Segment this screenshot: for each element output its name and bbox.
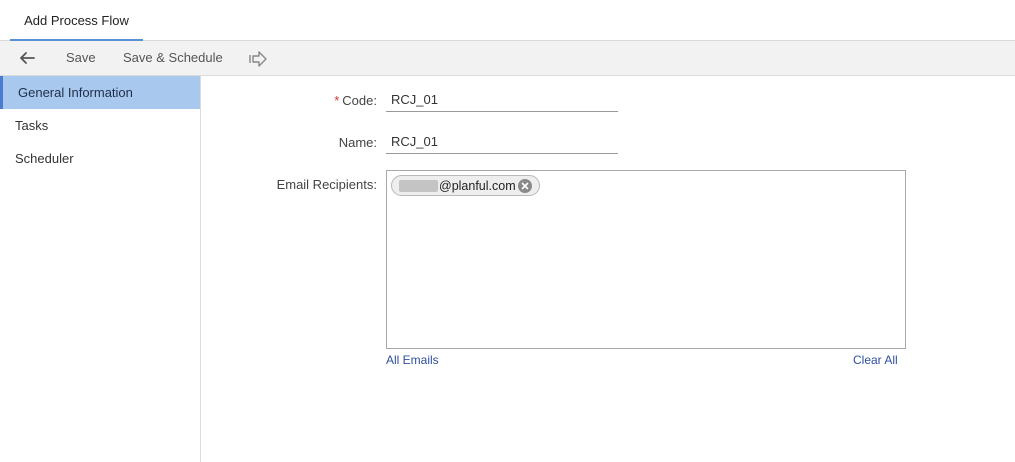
sidebar-item-scheduler[interactable]: Scheduler [0, 142, 200, 175]
save-button[interactable]: Save [66, 41, 96, 75]
name-label: Name: [338, 135, 377, 150]
add-process-flow-page: Add Process Flow Save Save & Schedule Ge… [0, 0, 1015, 462]
tab-bar: Add Process Flow [0, 0, 1015, 41]
forward-button[interactable] [248, 41, 268, 75]
back-button[interactable] [18, 41, 38, 75]
sidebar: General Information Tasks Scheduler [0, 76, 201, 462]
save-and-schedule-button[interactable]: Save & Schedule [123, 41, 223, 75]
name-input[interactable] [386, 130, 618, 154]
remove-chip-icon[interactable] [518, 179, 532, 193]
clear-all-link[interactable]: Clear All [853, 353, 898, 367]
sidebar-item-tasks[interactable]: Tasks [0, 109, 200, 142]
all-emails-link[interactable]: All Emails [386, 353, 439, 367]
toolbar: Save Save & Schedule [0, 41, 1015, 76]
arrow-right-outline-icon [249, 51, 267, 67]
tab-add-process-flow[interactable]: Add Process Flow [10, 0, 143, 41]
required-marker: * [334, 93, 340, 108]
email-chip-text: @planful.com [439, 179, 516, 193]
code-input[interactable] [386, 88, 618, 112]
arrow-left-icon [20, 52, 35, 64]
email-recipients-label: Email Recipients: [276, 177, 377, 192]
redacted-username [399, 180, 438, 192]
email-recipients-box[interactable]: @planful.com [386, 170, 906, 349]
code-label: * Code: [197, 93, 377, 108]
code-label-text: Code: [342, 93, 377, 108]
sidebar-item-general-information[interactable]: General Information [0, 76, 200, 109]
email-chip[interactable]: @planful.com [391, 175, 540, 196]
